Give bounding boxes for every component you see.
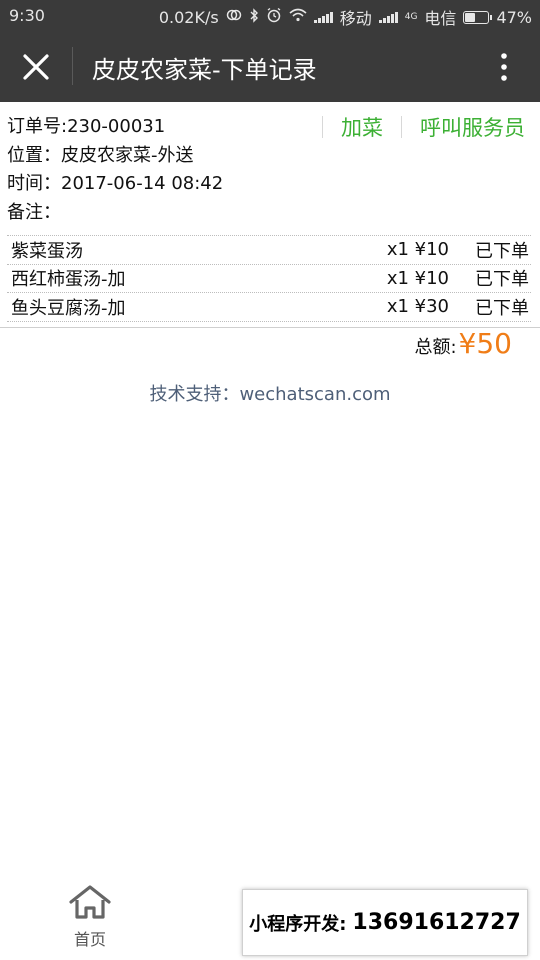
item-name: 紫菜蛋汤: [11, 240, 83, 262]
alarm-icon: [266, 7, 282, 27]
sync-icon: [226, 8, 242, 26]
item-qty-price: x1 ¥10: [386, 267, 449, 289]
carrier-2: 电信: [424, 9, 457, 28]
call-waiter-button[interactable]: 呼叫服务员: [420, 112, 525, 142]
action-divider: [322, 116, 323, 138]
add-dish-button[interactable]: 加菜: [341, 112, 383, 142]
page-title: 皮皮农家菜-下单记录: [92, 56, 317, 84]
signal-icon-2: [378, 11, 398, 23]
title-divider: [72, 47, 73, 85]
promo-phone: 13691612727: [352, 910, 521, 935]
wifi-icon: [289, 8, 307, 26]
list-item: 紫菜蛋汤 x1 ¥10 已下单: [7, 236, 531, 265]
signal-icon: [313, 11, 333, 23]
item-status: 已下单: [475, 269, 529, 291]
tech-support-link[interactable]: 技术支持：wechatscan.com: [0, 380, 540, 406]
total-amount: ¥50: [458, 327, 512, 360]
action-divider: [401, 116, 402, 138]
list-item: 鱼头豆腐汤-加 x1 ¥30 已下单: [7, 293, 531, 322]
status-bar: 9:30 0.02K/s 移动 4G 电信 47%: [0, 0, 540, 30]
order-info: 订单号:230-00031 位置：皮皮农家菜-外送 时间：2017-06-14 …: [7, 113, 223, 227]
order-time: 时间：2017-06-14 08:42: [7, 173, 224, 194]
title-bar: 皮皮农家菜-下单记录: [0, 30, 540, 102]
home-icon: [68, 885, 112, 924]
tab-home[interactable]: 首页: [66, 884, 114, 950]
more-vertical-icon[interactable]: [494, 50, 514, 84]
order-remark: 备注：: [7, 201, 61, 223]
order-number: 订单号:230-00031: [7, 116, 166, 137]
status-right: 0.02K/s 移动 4G 电信 47%: [159, 5, 532, 29]
item-qty-price: x1 ¥30: [386, 296, 449, 318]
network-type: 4G: [404, 12, 418, 22]
bluetooth-icon: [249, 7, 259, 27]
item-name: 西红柿蛋汤-加: [11, 269, 126, 291]
order-location: 位置：皮皮农家菜-外送: [7, 144, 194, 166]
item-status: 已下单: [475, 240, 529, 262]
order-actions: 加菜 呼叫服务员: [322, 112, 525, 142]
item-status: 已下单: [475, 297, 529, 319]
item-qty-price: x1 ¥10: [386, 239, 449, 261]
net-speed: 0.02K/s: [158, 7, 219, 27]
carrier-1: 移动: [339, 9, 372, 28]
order-total: 总额: ¥50: [414, 327, 512, 360]
item-name: 鱼头豆腐汤-加: [11, 297, 126, 319]
promo-label: 小程序开发:: [249, 913, 347, 935]
order-items: 紫菜蛋汤 x1 ¥10 已下单 西红柿蛋汤-加 x1 ¥10 已下单 鱼头豆腐汤…: [7, 235, 531, 322]
total-label: 总额:: [414, 337, 457, 358]
list-item: 西红柿蛋汤-加 x1 ¥10 已下单: [7, 265, 531, 293]
close-icon[interactable]: [18, 50, 54, 84]
battery-icon: [463, 10, 493, 24]
status-time: 9:30: [9, 6, 45, 25]
tab-home-label: 首页: [73, 930, 106, 949]
promo-banner: 小程序开发: 13691612727: [242, 889, 528, 956]
battery-percent: 47%: [496, 7, 532, 27]
